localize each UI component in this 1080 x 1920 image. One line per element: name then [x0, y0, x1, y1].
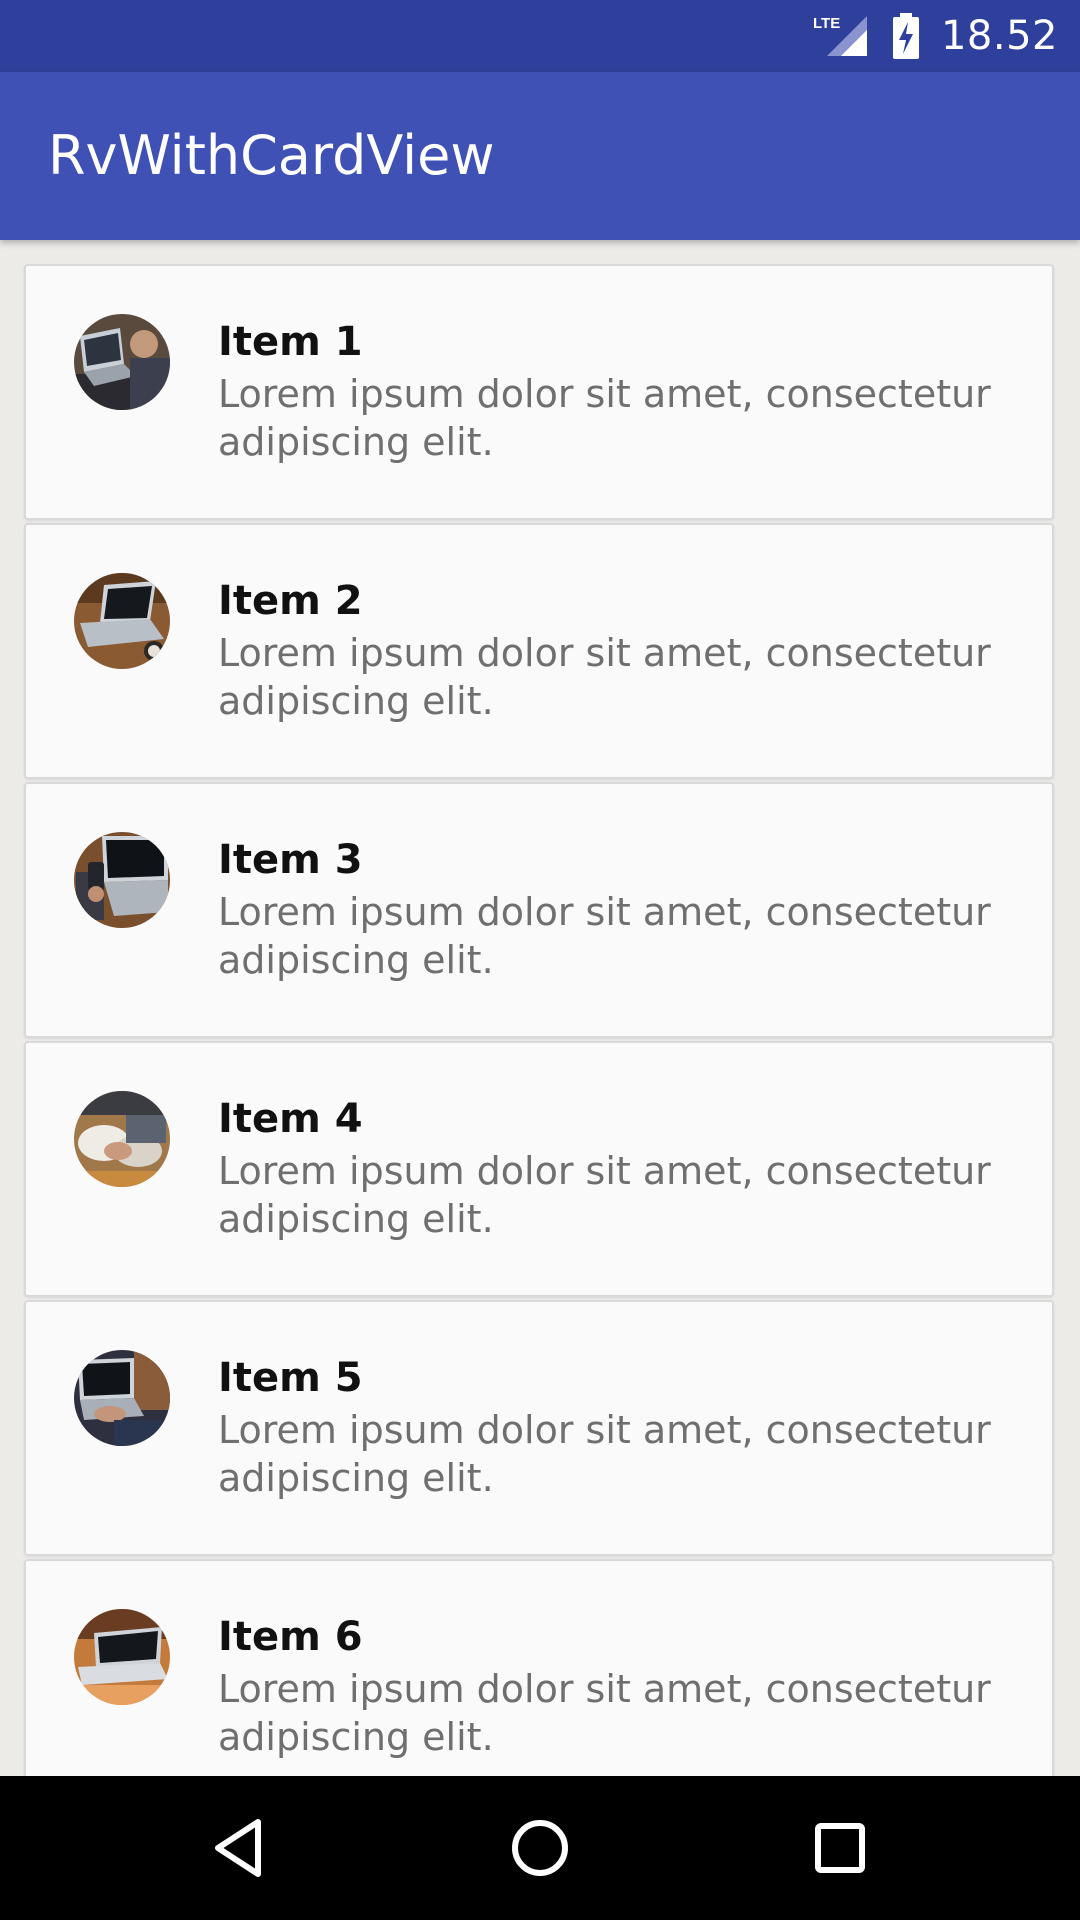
- card-item[interactable]: Item 4 Lorem ipsum dolor sit amet, conse…: [24, 1041, 1054, 1297]
- card-item[interactable]: Item 1 Lorem ipsum dolor sit amet, conse…: [24, 264, 1054, 520]
- laptop-photo-icon: [74, 1609, 170, 1705]
- card-title: Item 3: [218, 837, 363, 883]
- card-title: Item 2: [218, 578, 363, 624]
- card-item[interactable]: Item 5 Lorem ipsum dolor sit amet, conse…: [24, 1300, 1054, 1556]
- card-title: Item 6: [218, 1614, 363, 1660]
- card-title: Item 4: [218, 1096, 363, 1142]
- card-item[interactable]: Item 3 Lorem ipsum dolor sit amet, conse…: [24, 782, 1054, 1038]
- laptop-photo-icon: [74, 1091, 170, 1187]
- card-description: Lorem ipsum dolor sit amet, consectetur …: [218, 890, 991, 982]
- laptop-photo-icon: [74, 1350, 170, 1446]
- status-icons: LTE 18.52: [813, 12, 1058, 60]
- card-description: Lorem ipsum dolor sit amet, consectetur …: [218, 1408, 991, 1500]
- status-time: 18.52: [940, 13, 1058, 59]
- recents-square-icon[interactable]: [804, 1812, 876, 1884]
- card-description: Lorem ipsum dolor sit amet, consectetur …: [218, 1667, 991, 1759]
- battery-charging-icon: [892, 13, 919, 59]
- laptop-photo-icon: [74, 314, 170, 410]
- back-triangle-icon[interactable]: [204, 1812, 276, 1884]
- app-title: RvWithCardView: [48, 124, 495, 187]
- card-description: Lorem ipsum dolor sit amet, consectetur …: [218, 1149, 991, 1241]
- card-title: Item 1: [218, 319, 363, 365]
- recycler-list[interactable]: Item 1 Lorem ipsum dolor sit amet, conse…: [0, 240, 1080, 1776]
- card-description: Lorem ipsum dolor sit amet, consectetur …: [218, 631, 991, 723]
- card-item[interactable]: Item 2 Lorem ipsum dolor sit amet, conse…: [24, 523, 1054, 779]
- laptop-photo-icon: [74, 573, 170, 669]
- card-title: Item 5: [218, 1355, 363, 1401]
- home-circle-icon[interactable]: [504, 1812, 576, 1884]
- navigation-bar: [0, 1776, 1080, 1920]
- lte-label: LTE: [813, 15, 840, 32]
- card-description: Lorem ipsum dolor sit amet, consectetur …: [218, 372, 991, 464]
- app-bar: RvWithCardView: [0, 72, 1080, 240]
- laptop-photo-icon: [74, 832, 170, 928]
- card-item[interactable]: Item 6 Lorem ipsum dolor sit amet, conse…: [24, 1559, 1054, 1776]
- lte-signal-icon: LTE: [813, 12, 869, 60]
- status-bar: LTE 18.52: [0, 0, 1080, 72]
